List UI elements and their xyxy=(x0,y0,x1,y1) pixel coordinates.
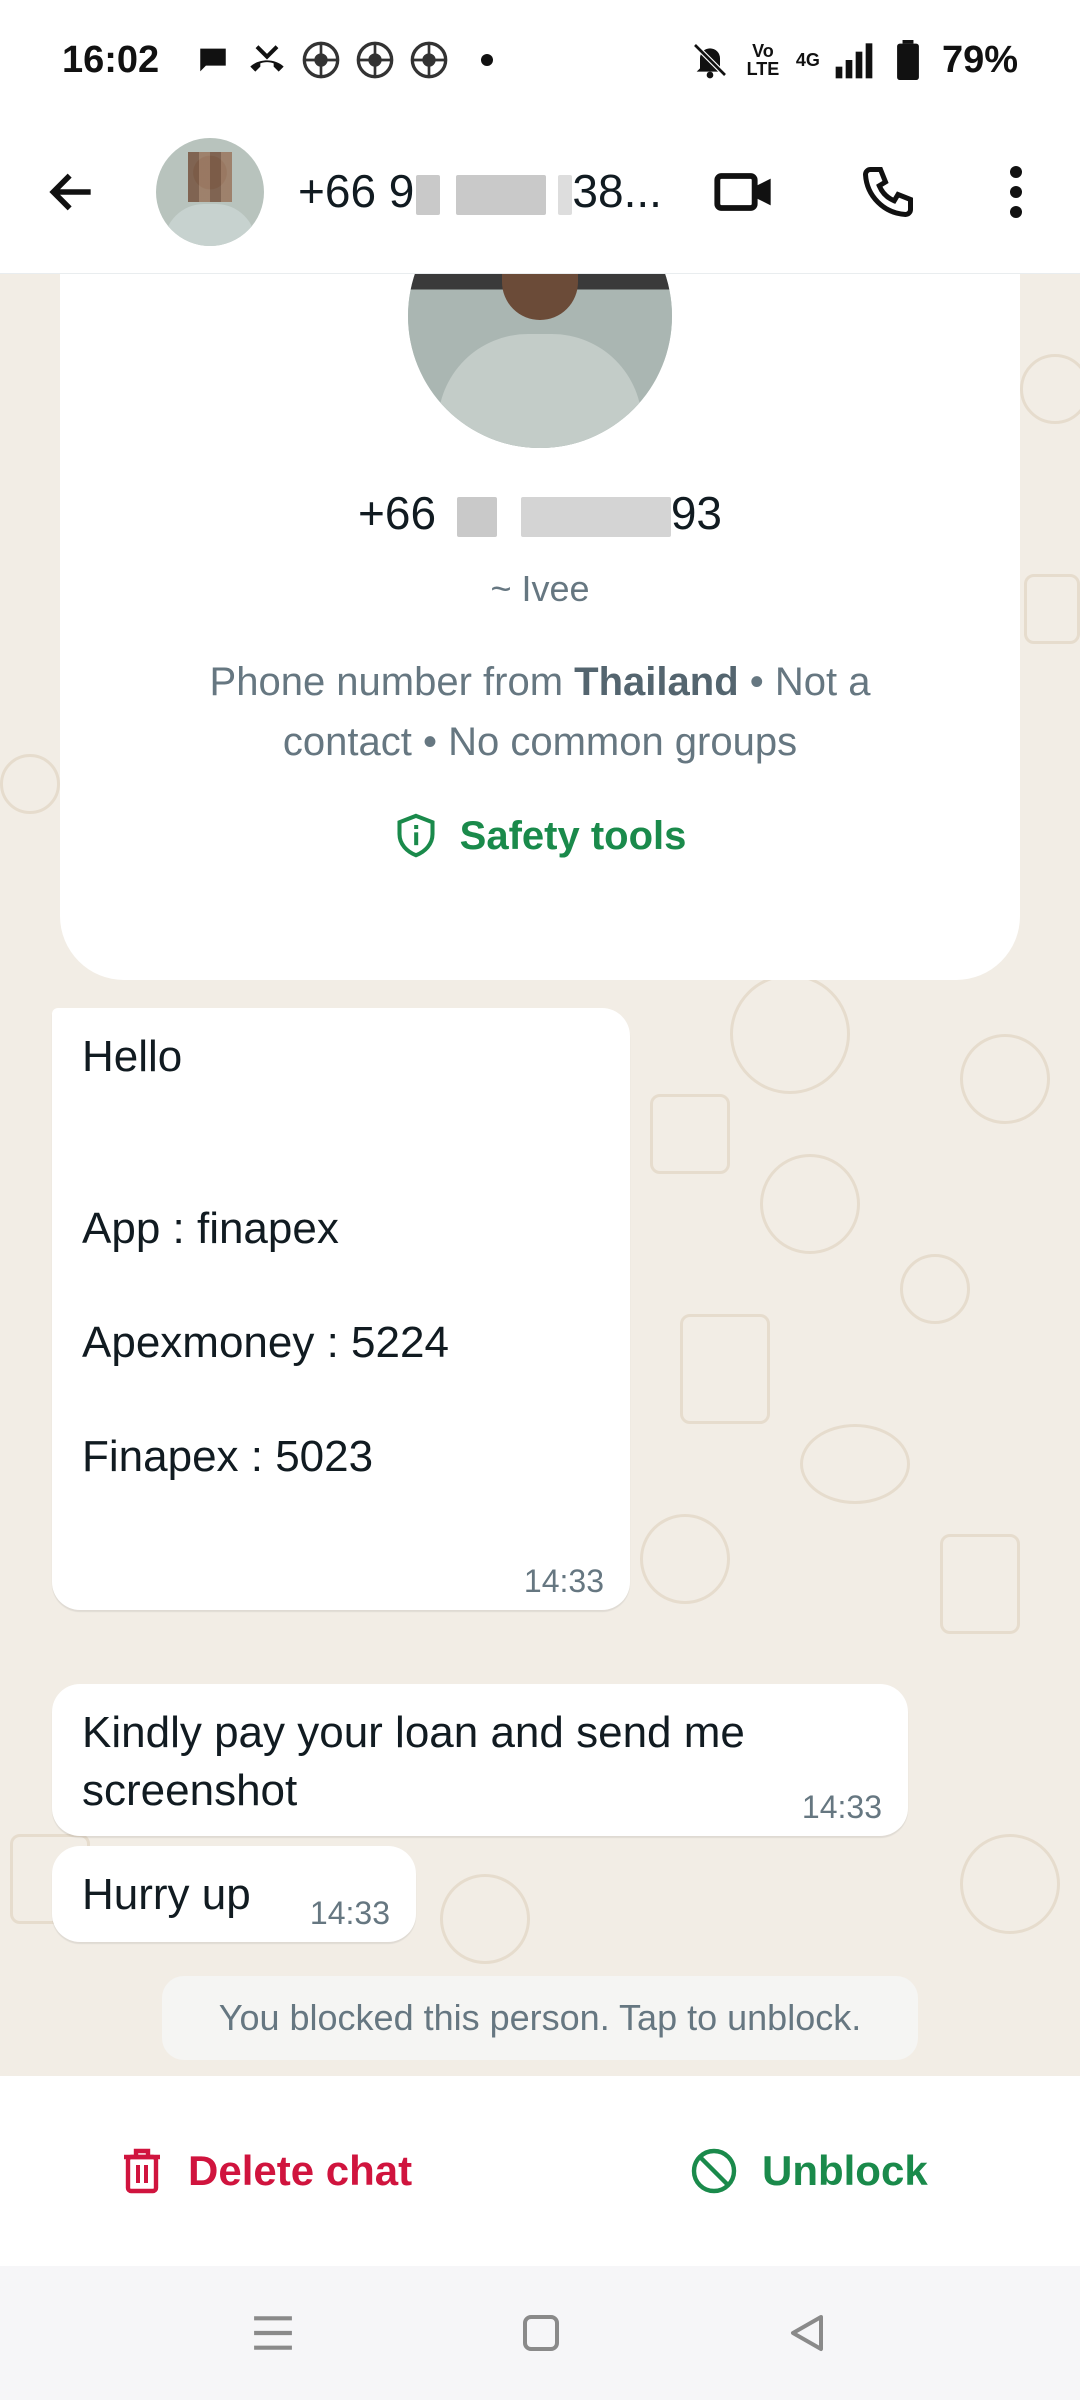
trash-icon xyxy=(124,2148,160,2194)
message-text-line: Finapex : 5023 xyxy=(82,1432,374,1481)
status-right: Vo LTE 4G 79% xyxy=(690,39,1018,82)
message-bubble[interactable]: Hurry up 14:33 xyxy=(52,1846,416,1942)
network-type: 4G xyxy=(795,49,820,70)
wallpaper-doodle xyxy=(960,1034,1050,1124)
redacted-digits xyxy=(520,496,671,537)
message-timestamp: 14:33 xyxy=(801,1789,882,1825)
battery-percentage: 79% xyxy=(941,38,1018,81)
app-notification-icon xyxy=(355,40,395,80)
redacted-digits xyxy=(456,496,497,537)
blocked-notice[interactable]: You blocked this person. Tap to unblock. xyxy=(162,1976,918,2060)
arrow-back-icon xyxy=(49,173,91,211)
status-bar: 16:02 Vo LTE 4G 79% xyxy=(0,0,1080,120)
wallpaper-doodle xyxy=(730,974,850,1094)
contact-info-card: +66 93 ~ Ivee Phone number from Thailand… xyxy=(60,274,1020,980)
menu-lines-icon xyxy=(254,2316,292,2350)
mute-bell-icon xyxy=(690,40,730,80)
wallpaper-doodle xyxy=(1020,354,1080,424)
desc-country: Thailand xyxy=(574,660,739,704)
profile-photo[interactable] xyxy=(408,274,672,448)
delete-chat-button[interactable]: Delete chat xyxy=(120,2136,412,2206)
unblock-label: Unblock xyxy=(762,2147,928,2194)
profile-description: Phone number from Thailand • Not a conta… xyxy=(180,652,900,772)
profile-phone-prefix: +66 xyxy=(358,487,437,539)
message-timestamp: 14:33 xyxy=(309,1895,390,1931)
wallpaper-doodle xyxy=(760,1154,860,1254)
voice-call-button[interactable] xyxy=(852,156,924,228)
message-text-line xyxy=(82,1144,600,1200)
chat-notification-icon xyxy=(193,40,233,80)
video-call-button[interactable] xyxy=(708,156,780,228)
wallpaper-doodle xyxy=(900,1254,970,1324)
back-triangle-icon xyxy=(791,2315,823,2351)
more-options-button[interactable] xyxy=(980,156,1052,228)
profile-phone-suffix: 93 xyxy=(670,487,722,539)
message-bubble[interactable]: Hello App : finapex Apexmoney : 5224 Fin… xyxy=(52,1008,630,1610)
wallpaper-doodle xyxy=(960,1834,1060,1934)
wallpaper-doodle xyxy=(650,1094,730,1174)
message-bubble[interactable]: Kindly pay your loan and send me screens… xyxy=(52,1684,908,1836)
message-text-line: screenshot xyxy=(82,1766,298,1815)
home-square-icon xyxy=(523,2315,559,2351)
unblock-button[interactable]: Unblock xyxy=(690,2136,928,2206)
message-timestamp: 14:33 xyxy=(523,1563,604,1599)
more-options-icon xyxy=(1010,166,1022,218)
contact-name-prefix: +66 9 xyxy=(298,165,415,217)
app-notification-icon xyxy=(409,40,449,80)
video-call-icon xyxy=(714,173,771,211)
contact-name[interactable]: +66 9 38... xyxy=(298,164,678,218)
signal-icon xyxy=(834,40,874,80)
wallpaper-doodle xyxy=(440,1874,530,1964)
safety-tools-label: Safety tools xyxy=(459,813,687,858)
status-left: 16:02 xyxy=(62,38,494,82)
message-text-line: App : finapex xyxy=(82,1204,339,1253)
message-text-line: Apexmoney : 5224 xyxy=(82,1318,449,1367)
wallpaper-doodle xyxy=(940,1534,1020,1634)
shield-icon xyxy=(397,813,435,858)
profile-phone-number: +66 93 xyxy=(60,486,1020,540)
message-text-line xyxy=(82,1086,600,1144)
volte-indicator: Vo LTE xyxy=(746,41,780,79)
redacted-digits xyxy=(558,174,573,215)
more-notifications-dot-icon xyxy=(481,54,494,66)
message-text-line: Kindly pay your loan and send me xyxy=(82,1708,745,1757)
back-nav-button[interactable] xyxy=(782,2308,832,2358)
status-time: 16:02 xyxy=(62,38,160,81)
missed-call-icon xyxy=(247,40,287,80)
redacted-digits xyxy=(456,174,547,215)
wallpaper-doodle xyxy=(800,1424,910,1504)
blocked-actions-bar: Delete chat Unblock xyxy=(0,2076,1080,2266)
contact-avatar[interactable] xyxy=(156,138,264,246)
contact-name-suffix: 38... xyxy=(572,165,662,217)
app-notification-icon xyxy=(301,40,341,80)
desc-before: Phone number from xyxy=(209,660,575,704)
message-text-line: Hello xyxy=(82,1032,183,1081)
voice-call-icon xyxy=(862,167,913,218)
wallpaper-doodle xyxy=(0,754,60,814)
home-button[interactable] xyxy=(516,2308,566,2358)
block-icon xyxy=(691,2148,737,2194)
wallpaper-doodle xyxy=(680,1314,770,1424)
chat-area[interactable]: +66 93 ~ Ivee Phone number from Thailand… xyxy=(0,274,1080,2076)
system-navigation-bar xyxy=(0,2266,1080,2400)
battery-icon xyxy=(888,40,928,80)
wallpaper-doodle xyxy=(1024,574,1080,644)
back-button[interactable] xyxy=(40,160,104,224)
profile-alias: ~ Ivee xyxy=(490,568,590,609)
wallpaper-doodle xyxy=(640,1514,730,1604)
chat-header: +66 9 38... xyxy=(0,120,1080,274)
safety-tools-button[interactable]: Safety tools xyxy=(60,812,1020,860)
delete-chat-label: Delete chat xyxy=(188,2147,413,2194)
recents-button[interactable] xyxy=(248,2308,298,2358)
redacted-digits xyxy=(416,174,441,215)
